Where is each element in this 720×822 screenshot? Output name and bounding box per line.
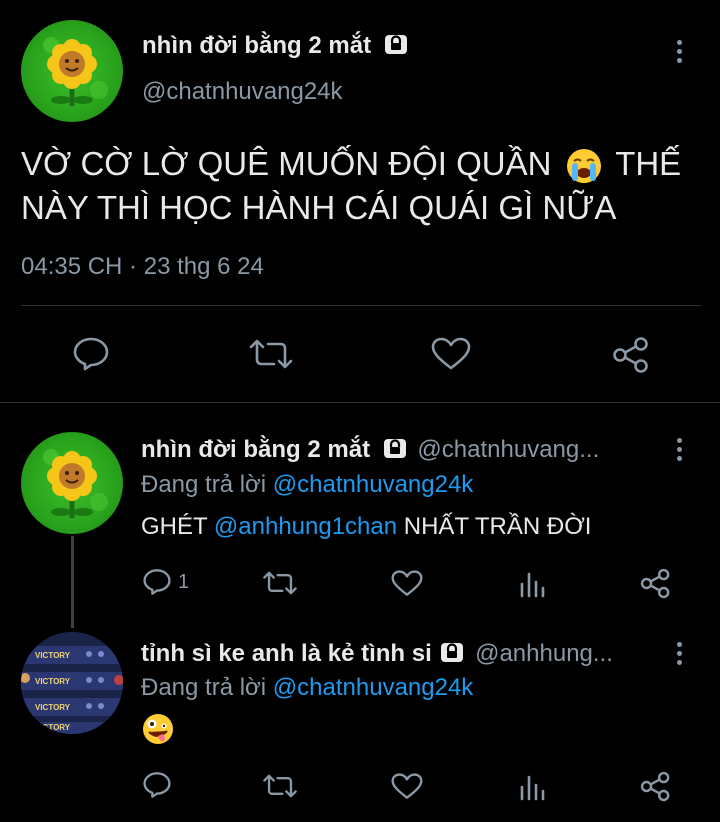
author-header: nhìn đời bằng 2 mắt	[142, 32, 408, 60]
replying-to: Đang trả lời @chatnhuvang24k	[141, 471, 473, 499]
replying-label: Đang trả lời	[141, 674, 267, 701]
retweet-button[interactable]	[248, 338, 294, 370]
tweet-text-line: NÀY THÌ HỌC HÀNH CÁI QUÁI GÌ NỮA	[21, 189, 617, 226]
reply-count: 1	[178, 570, 190, 593]
author-header: nhìn đời bằng 2 mắt @chatnhuvang...	[141, 436, 599, 464]
share-button[interactable]	[612, 336, 650, 374]
tweet-text: VỜ CỜ LỜ QUÊ MUỐN ĐỘI QUẦN THẾ NÀY THÌ H…	[21, 142, 701, 230]
like-icon	[431, 337, 471, 370]
like-button[interactable]	[391, 773, 423, 800]
reply-text-part: NHẤT TRẦN ĐỜI	[403, 513, 592, 540]
mention-link[interactable]: @chatnhuvang24k	[273, 471, 474, 498]
retweet-button[interactable]	[262, 773, 298, 799]
reply-icon	[73, 337, 109, 371]
lock-icon	[441, 642, 464, 662]
share-icon	[640, 771, 670, 802]
like-button[interactable]	[391, 570, 423, 597]
share-button[interactable]	[640, 568, 671, 599]
reply-button[interactable]	[72, 336, 110, 372]
more-icon[interactable]	[677, 642, 683, 669]
share-icon	[640, 568, 670, 599]
handle[interactable]: @chatnhuvang...	[417, 436, 599, 463]
avatar-text: VICTORY	[35, 703, 71, 712]
handle[interactable]: @anhhung...	[475, 640, 613, 667]
retweet-icon	[263, 774, 297, 798]
avatar[interactable]: VICTORY VICTORY VICTORY VICTORY	[21, 632, 123, 734]
sunflower-avatar-image	[43, 449, 108, 518]
handle[interactable]: @chatnhuvang24k	[142, 78, 343, 106]
lock-icon	[384, 34, 407, 54]
avatar[interactable]	[21, 432, 123, 534]
views-button[interactable]	[518, 570, 546, 598]
mention-link[interactable]: @chatnhuvang24k	[273, 674, 474, 701]
tweet-text-line: THẾ	[615, 145, 682, 182]
retweet-button[interactable]	[262, 570, 298, 596]
display-name[interactable]: nhìn đời bằng 2 mắt	[142, 32, 371, 59]
loudly-crying-face-icon	[566, 149, 601, 184]
divider	[21, 305, 701, 306]
reply-text-part: GHÉT	[141, 513, 208, 540]
share-button[interactable]	[640, 771, 671, 802]
reply-icon	[143, 772, 171, 798]
views-icon	[520, 572, 545, 598]
views-icon	[520, 775, 545, 801]
more-icon[interactable]	[677, 438, 683, 465]
author-header: tỉnh sì ke anh là kẻ tình si @anhhung...	[141, 640, 613, 668]
reply-button[interactable]	[142, 771, 172, 799]
more-icon[interactable]	[677, 40, 683, 67]
retweet-icon	[263, 571, 297, 595]
replying-to: Đang trả lời @chatnhuvang24k	[141, 674, 473, 702]
views-button[interactable]	[518, 773, 546, 801]
avatar[interactable]	[21, 20, 123, 122]
game-victory-avatar-image: VICTORY VICTORY VICTORY VICTORY	[21, 632, 123, 734]
avatar-text: VICTORY	[35, 677, 71, 686]
retweet-icon	[249, 339, 293, 369]
thread-line	[71, 536, 74, 628]
reply-text	[141, 712, 175, 751]
tweet-text-line: VỜ CỜ LỜ QUÊ MUỐN ĐỘI QUẦN	[21, 145, 552, 182]
share-icon	[613, 337, 648, 373]
like-button[interactable]	[431, 337, 471, 371]
mention-link[interactable]: @anhhung1chan	[214, 513, 397, 540]
reply-text: GHÉT @anhhung1chan NHẤT TRẦN ĐỜI	[141, 513, 591, 541]
sunflower-avatar-image	[43, 37, 108, 106]
zany-face-icon	[143, 714, 173, 744]
replying-label: Đang trả lời	[141, 471, 267, 498]
lock-icon	[383, 438, 406, 458]
divider	[0, 402, 720, 403]
avatar-text: VICTORY	[35, 651, 71, 660]
display-name[interactable]: nhìn đời bằng 2 mắt	[141, 436, 370, 463]
timestamp[interactable]: 04:35 CH · 23 thg 6 24	[21, 253, 264, 281]
display-name[interactable]: tỉnh sì ke anh là kẻ tình si	[141, 640, 432, 667]
reply-icon	[143, 569, 171, 595]
like-icon	[391, 773, 423, 799]
like-icon	[391, 570, 423, 596]
avatar-text: VICTORY	[35, 723, 71, 732]
reply-button[interactable]: 1	[142, 568, 189, 596]
